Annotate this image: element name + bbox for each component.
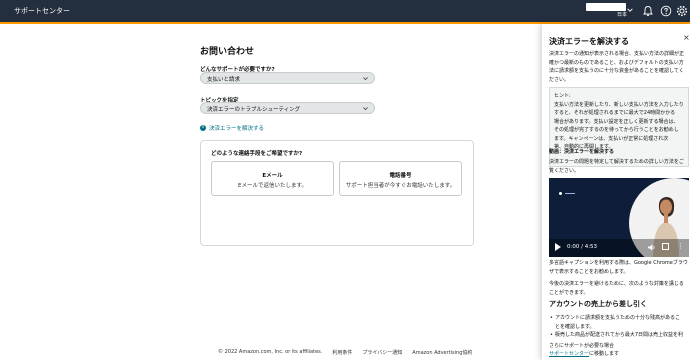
footer-link-terms[interactable]: 利用条件	[332, 349, 352, 356]
phone-option-button[interactable]: 電話番号 サポート担当者が今すぐお電話いたします。	[339, 161, 462, 196]
tips-list-item: 販売した商品が配送されてから最大7日間は売上収益を利	[550, 331, 684, 340]
footer-link-advertising-agreement[interactable]: Amazon Advertising協約	[412, 349, 472, 356]
tips-line: とを確認します。	[555, 323, 595, 330]
tips-list: アカウントに請求額を支払うための十分な残高があるこ とを確認します。 販売した商…	[550, 314, 684, 340]
page-footer: © 2022 Amazon.com, Inc. or its affiliate…	[218, 349, 472, 356]
caption-note-line: ザで表示することをお勧めします。	[549, 268, 629, 275]
footer-link-privacy[interactable]: プライバシー通知	[362, 349, 402, 356]
hint-line: すると、それが処理されるまでに最大で24時間かかる	[554, 110, 676, 116]
video-thumbnail-logo	[559, 192, 562, 195]
page-title: お問い合わせ	[200, 47, 255, 57]
phone-option-desc: サポート担当者が今すぐお電話いたします。	[345, 183, 456, 189]
video-thumbnail-logo-line	[565, 193, 575, 194]
fullscreen-icon[interactable]	[662, 243, 669, 250]
help-intro-line: ださい。	[549, 76, 570, 83]
future-errors-line: 今後の決済エラーを避けるために、次のような対策を講じる	[549, 281, 684, 287]
topic-value: 決済エラーのトラブルシューティング	[207, 107, 301, 113]
chevron-down-icon	[363, 107, 368, 111]
more-options-icon[interactable]: ⋮	[677, 242, 684, 250]
help-intro-line: 法に請求額を支払うのに十分な資金があることを確認してく	[549, 68, 684, 74]
support-type-value: 支払いと請求	[207, 77, 241, 83]
resolve-payment-error-link-text: 決済エラーを解決する	[209, 126, 265, 132]
support-center-suffix: に移動します	[589, 351, 620, 357]
future-errors-text: 今後の決済エラーを避けるために、次のような対策を講じる ことができます。	[549, 280, 684, 297]
chevron-right-icon: ›	[58, 5, 61, 13]
help-intro-line: 確かつ最新のものであること、およびデフォルトの支払い方	[549, 59, 684, 66]
info-icon: i	[200, 125, 206, 131]
top-navigation-bar: サポートセンター › 日本	[0, 0, 690, 22]
tips-list-item: アカウントに請求額を支払うための十分な残高があるこ とを確認します。	[550, 314, 683, 331]
help-intro-line: 決済エラーの通知が表示される場合、支払い方法の詳細が正	[549, 51, 685, 57]
support-center-link[interactable]: サポートセンター	[549, 351, 589, 357]
video-controls: 0:00 / 4:53 ⋮	[549, 239, 689, 257]
video-time: 0:00 / 4:53	[567, 244, 598, 250]
support-center-line: サポートセンターに移動します	[549, 350, 619, 359]
caption-note-line: 多言語キャプションを利用する際は、Google Chromeブラウ	[549, 260, 688, 266]
chevron-down-icon	[363, 77, 368, 81]
caption-note: 多言語キャプションを利用する際は、Google Chromeブラウ ザで表示する…	[549, 259, 688, 276]
topic-select[interactable]: 決済エラーのトラブルシューティング	[200, 102, 375, 114]
hint-line: その処理が完了するのを待ってから行うことをお勧めし	[554, 127, 679, 133]
video-description-line: 決済エラーの問題を特定して解決するための詳しい方法をご	[549, 159, 684, 165]
support-type-select[interactable]: 支払いと請求	[200, 72, 375, 84]
contact-method-card: どのような連絡手段をご希望ですか? Eメール Eメールで返信いたします。 電話番…	[200, 140, 474, 246]
hint-line: 場合があります。支払い設定を正しく更新する場合は、	[554, 118, 679, 125]
support-center-title[interactable]: サポートセンター	[14, 6, 70, 16]
section-heading: アカウントの売上から差し引く	[549, 300, 647, 308]
help-panel: 決済エラーを解決する × 決済エラーの通知が表示される場合、支払い方法の詳細が正…	[542, 24, 690, 360]
video-description: 決済エラーの問題を特定して解決するための詳しい方法をご 覧ください。	[549, 158, 684, 175]
help-intro-text: 決済エラーの通知が表示される場合、支払い方法の詳細が正 確かつ最新のものであるこ…	[549, 50, 684, 84]
email-option-button[interactable]: Eメール Eメールで返信いたします。	[211, 161, 334, 196]
email-option-desc: Eメールで返信いたします。	[238, 183, 307, 189]
help-panel-title: 決済エラーを解決する	[549, 37, 629, 46]
hint-line: 支払い方法を更新したり、新しい支払い方法を入力したり	[554, 101, 684, 108]
email-option-title: Eメール	[262, 173, 283, 179]
volume-icon[interactable]	[647, 243, 656, 252]
bell-icon[interactable]	[642, 5, 654, 17]
play-icon[interactable]	[555, 243, 561, 251]
tips-line: 販売した商品が配送されてから最大7日間は売上収益を利	[555, 332, 684, 338]
help-icon[interactable]	[660, 5, 672, 17]
video-player[interactable]: 0:00 / 4:53 ⋮	[549, 178, 689, 257]
contact-method-question: どのような連絡手段をご希望ですか?	[211, 151, 303, 157]
video-description-line: 覧ください。	[549, 167, 580, 174]
account-name-redacted[interactable]	[586, 3, 626, 11]
close-icon[interactable]: ×	[683, 33, 690, 42]
hint-title: ヒント:	[554, 93, 571, 99]
chevron-down-icon[interactable]	[626, 6, 634, 14]
phone-option-title: 電話番号	[389, 173, 412, 179]
hint-line: ます。キャンペーンは、支払いが正常に処理され次	[554, 135, 669, 142]
resolve-payment-error-link[interactable]: i 決済エラーを解決する	[200, 124, 264, 132]
tips-line: アカウントに請求額を支払うための十分な残高があるこ	[555, 315, 681, 321]
copyright-text: © 2022 Amazon.com, Inc. or its affiliate…	[218, 349, 323, 355]
future-errors-line: ことができます。	[549, 289, 589, 296]
settings-gear-icon[interactable]	[676, 5, 688, 17]
video-label: 動画：決済エラーを解決する	[549, 149, 615, 155]
